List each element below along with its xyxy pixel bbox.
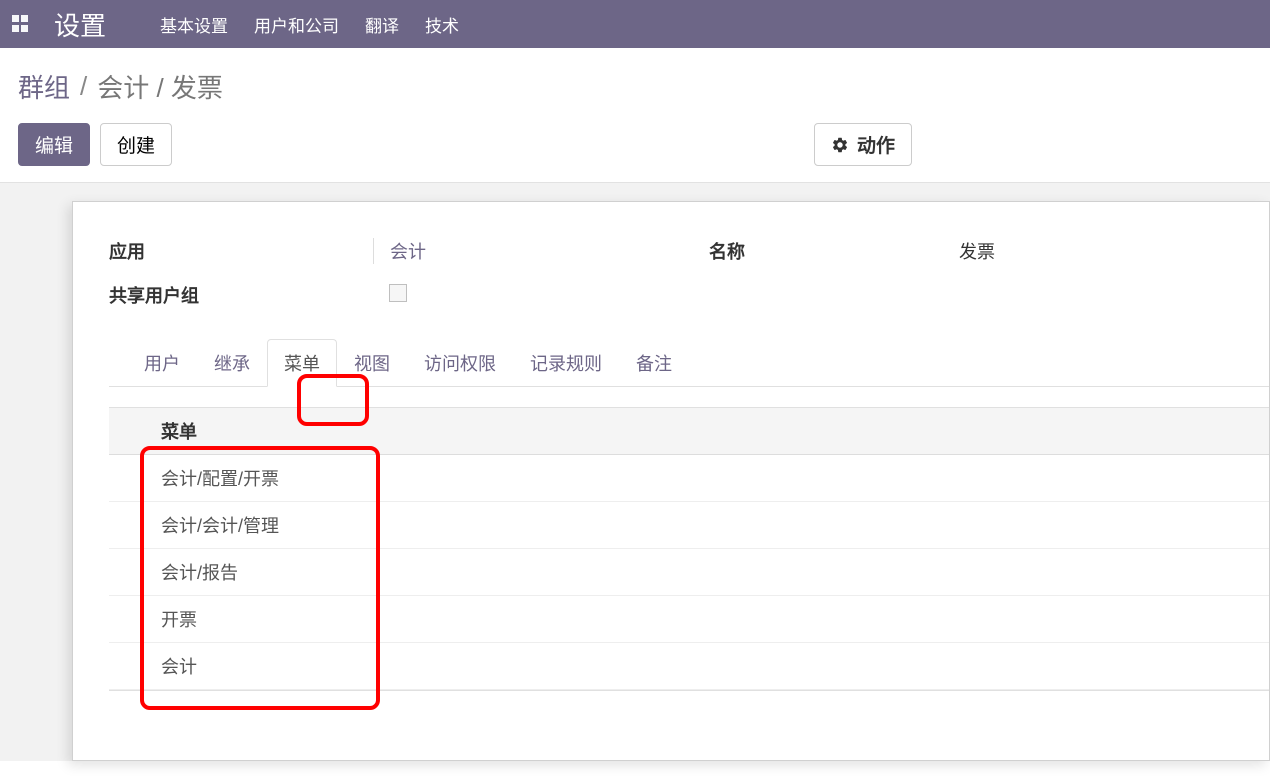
menu-table: 菜单 会计/配置/开票 会计/会计/管理 会计/报告 开票 会计 (109, 408, 1269, 690)
field-label-share-group: 共享用户组 (109, 282, 373, 308)
header-area: 群组 / 会计 / 发票 编辑 创建 动作 (0, 48, 1270, 183)
table-row[interactable]: 会计/会计/管理 (109, 502, 1269, 549)
breadcrumb: 群组 / 会计 / 发票 (18, 68, 1252, 105)
tab-menu[interactable]: 菜单 (267, 339, 337, 387)
breadcrumb-current: 会计 / 发票 (97, 68, 223, 105)
menu-table-container: 菜单 会计/配置/开票 会计/会计/管理 会计/报告 开票 会计 (109, 407, 1269, 691)
menu-cell: 会计/会计/管理 (109, 502, 1269, 549)
menu-table-header[interactable]: 菜单 (109, 408, 1269, 455)
menu-cell: 开票 (109, 596, 1269, 643)
menu-users-companies[interactable]: 用户和公司 (254, 12, 339, 37)
menu-basic-settings[interactable]: 基本设置 (160, 12, 228, 37)
menu-technical[interactable]: 技术 (425, 12, 459, 37)
menu-cell: 会计/配置/开票 (109, 455, 1269, 502)
menu-cell: 会计/报告 (109, 549, 1269, 596)
create-button[interactable]: 创建 (100, 123, 172, 166)
sheet-background: 应用 会计 名称 发票 共享用户组 (0, 183, 1270, 761)
share-group-checkbox[interactable] (389, 284, 407, 302)
table-row[interactable]: 会计/报告 (109, 549, 1269, 596)
field-label-name: 名称 (709, 238, 959, 264)
tab-notes[interactable]: 备注 (619, 339, 689, 387)
form-sheet: 应用 会计 名称 发票 共享用户组 (72, 201, 1270, 761)
field-value-name: 发票 (959, 238, 995, 264)
tab-record-rules[interactable]: 记录规则 (513, 339, 619, 387)
action-button-label: 动作 (857, 131, 895, 158)
button-row: 编辑 创建 动作 (18, 123, 1252, 166)
table-row[interactable]: 开票 (109, 596, 1269, 643)
apps-grid-icon[interactable] (12, 15, 30, 33)
app-title[interactable]: 设置 (54, 6, 106, 43)
field-value-app[interactable]: 会计 (390, 238, 426, 264)
tab-bar: 用户 继承 菜单 视图 访问权限 记录规则 备注 (109, 338, 1269, 387)
action-dropdown-button[interactable]: 动作 (814, 123, 912, 166)
menu-cell: 会计 (109, 643, 1269, 690)
tab-inherit[interactable]: 继承 (197, 339, 267, 387)
gear-icon (831, 136, 849, 154)
menu-translation[interactable]: 翻译 (365, 12, 399, 37)
breadcrumb-root[interactable]: 群组 (18, 68, 70, 105)
table-row[interactable]: 会计 (109, 643, 1269, 690)
table-row[interactable]: 会计/配置/开票 (109, 455, 1269, 502)
navbar-menus: 基本设置 用户和公司 翻译 技术 (160, 12, 459, 37)
tab-view[interactable]: 视图 (337, 339, 407, 387)
field-label-app: 应用 (109, 238, 373, 264)
tab-access[interactable]: 访问权限 (407, 339, 513, 387)
tab-users[interactable]: 用户 (127, 339, 197, 387)
breadcrumb-separator: / (80, 71, 87, 102)
edit-button[interactable]: 编辑 (18, 123, 90, 166)
main-navbar: 设置 基本设置 用户和公司 翻译 技术 (0, 0, 1270, 48)
